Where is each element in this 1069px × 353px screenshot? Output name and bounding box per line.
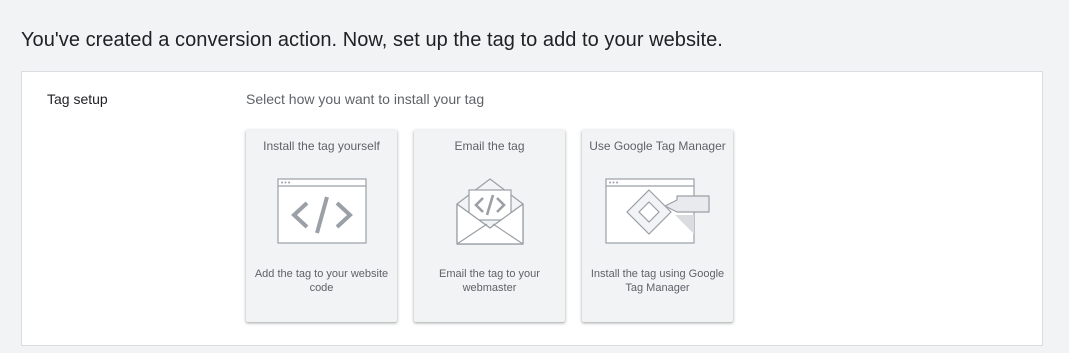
page-title: You've created a conversion action. Now,…: [21, 29, 723, 51]
email-tag-option[interactable]: Email the tag Email the tag to your webm…: [414, 130, 565, 322]
email-code-icon: [414, 178, 565, 254]
option-description: Install the tag using Google Tag Manager: [590, 268, 725, 294]
google-tag-manager-option[interactable]: Use Google Tag Manager Install the tag u…: [582, 130, 733, 322]
tag-setup-instructions: Select how you want to install your tag: [246, 91, 485, 107]
option-description: Add the tag to your website code: [254, 268, 389, 294]
tag-setup-label: Tag setup: [47, 91, 108, 107]
option-title: Install the tag yourself: [263, 139, 380, 153]
tag-manager-icon: [582, 178, 733, 254]
install-tag-yourself-option[interactable]: Install the tag yourself Add the tag to …: [246, 130, 397, 322]
tag-setup-panel: Tag setup Select how you want to install…: [21, 71, 1043, 346]
code-window-icon: [246, 178, 397, 254]
option-title: Use Google Tag Manager: [589, 139, 726, 153]
option-description: Email the tag to your webmaster: [439, 268, 540, 294]
option-title: Email the tag: [454, 139, 525, 153]
